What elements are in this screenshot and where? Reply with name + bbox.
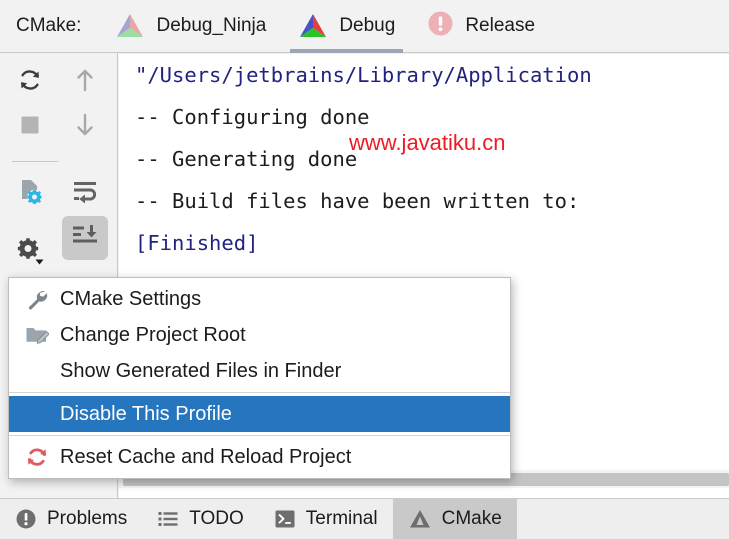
menu-item-label: CMake Settings [60,288,201,311]
cmake-triangle-faded-icon [115,12,145,40]
console-line: -- Configuring done [119,96,729,138]
profile-tab-debug[interactable]: Debug [282,0,411,53]
terminal-icon [274,508,296,530]
menu-item-change-project-root[interactable]: Change Project Root [9,317,510,353]
console-bottom-filler [119,488,729,498]
tool-tab-terminal[interactable]: Terminal [259,499,393,539]
todo-list-icon [157,508,179,530]
menu-item-disable-this-profile[interactable]: Disable This Profile [9,396,510,432]
scroll-to-end-icon [71,223,99,254]
cmake-triangle-gray-icon [408,508,432,530]
file-gear-icon [16,177,44,210]
stop-square-icon [17,112,43,143]
scroll-to-end-button[interactable] [62,216,108,260]
tool-tab-problems[interactable]: Problems [0,499,142,539]
soft-wrap-button[interactable] [62,171,108,215]
scroll-down-button[interactable] [62,105,108,149]
menu-item-reset-cache-and-reload-project[interactable]: Reset Cache and Reload Project [9,439,510,475]
stop-button[interactable] [7,105,53,149]
profile-tab-label: Release [465,15,535,37]
soft-wrap-icon [71,178,99,209]
menu-item-show-generated-files[interactable]: Show Generated Files in Finder [9,353,510,389]
wrench-icon [25,287,53,311]
menu-item-label: Reset Cache and Reload Project [60,446,351,469]
problems-icon [15,508,37,530]
console-line: -- Build files have been written to: [119,180,729,222]
profile-tab-label: Debug_Ninja [156,15,266,37]
console-line: [Finished] [119,222,729,264]
cmake-context-menu: CMake Settings Change Project Root Show … [8,277,511,479]
refresh-icon [17,67,43,98]
console-line: "/Users/jetbrains/Library/Application [119,54,729,96]
cmake-settings-button[interactable] [7,171,53,215]
no-icon [25,402,53,426]
menu-item-label: Disable This Profile [60,403,232,426]
tool-tab-label: Terminal [306,508,378,530]
tool-tab-todo[interactable]: TODO [142,499,259,539]
profile-tab-release[interactable]: Release [411,0,551,53]
tool-tab-label: CMake [442,508,502,530]
tool-tab-label: Problems [47,508,127,530]
arrow-down-icon [72,112,98,143]
tool-tab-cmake[interactable]: CMake [393,499,517,539]
scroll-up-button[interactable] [62,60,108,104]
menu-item-label: Show Generated Files in Finder [60,360,341,383]
menu-item-cmake-settings[interactable]: CMake Settings [9,281,510,317]
folder-edit-icon [25,323,53,347]
tool-tab-label: TODO [189,508,244,530]
settings-dropdown-button[interactable] [7,231,53,275]
tool-window-bar: Problems TODO [0,498,729,539]
profile-tab-label: Debug [339,15,395,37]
cmake-label: CMake: [16,15,81,37]
menu-separator [9,435,510,436]
no-icon [25,359,53,383]
toolbar-separator [12,161,58,162]
menu-separator [9,392,510,393]
reload-red-icon [25,445,53,469]
menu-item-label: Change Project Root [60,324,246,347]
console-line: -- Generating done [119,138,729,180]
cmake-profile-tabbar: CMake: Debug_Ninja Debug [0,0,729,53]
arrow-up-icon [72,67,98,98]
error-circle-icon [427,10,454,42]
cmake-triangle-icon [298,12,328,40]
profile-tab-debug-ninja[interactable]: Debug_Ninja [99,0,282,53]
cmake-tool-window: CMake: Debug_Ninja Debug [0,0,729,539]
rerun-cmake-button[interactable] [7,60,53,104]
gear-dropdown-icon [14,235,46,272]
